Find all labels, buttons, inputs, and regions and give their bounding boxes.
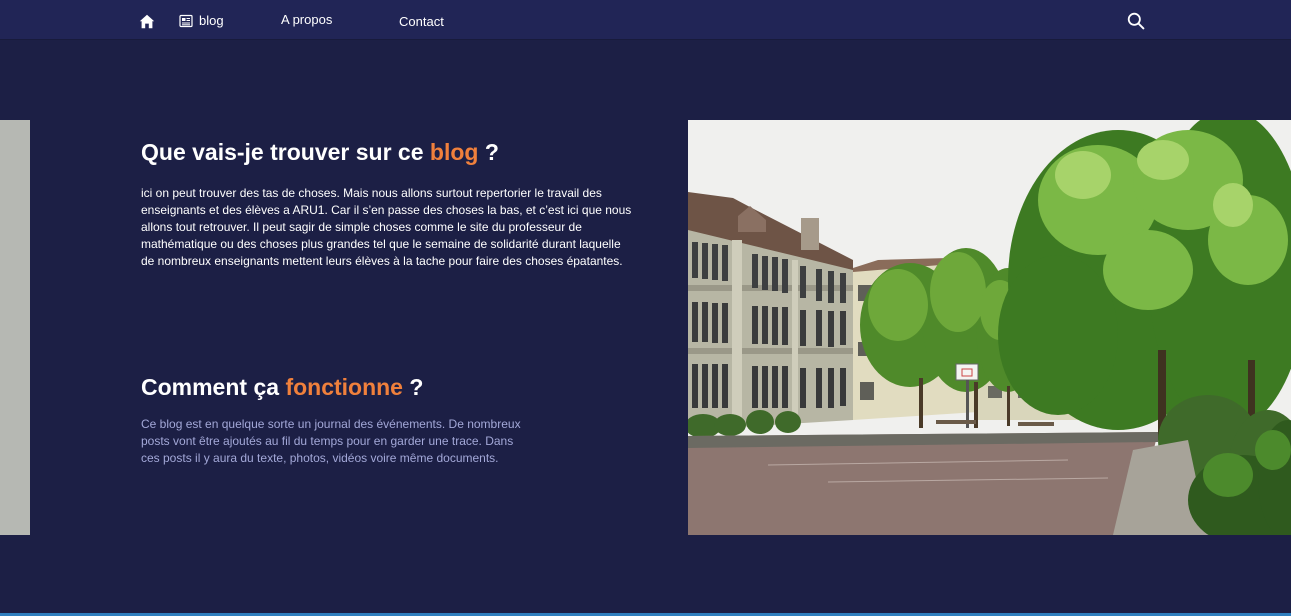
section1-title-accent: blog [429,139,479,165]
section2-title: Comment ça fonctionne ? [141,373,423,401]
section1-body: ici on peut trouver des tas de choses. M… [141,186,632,268]
home-icon [139,14,155,28]
nav-about-link[interactable]: A propos [281,12,332,28]
home-link[interactable] [138,12,156,30]
section2-title-accent: fonctionne [285,374,403,400]
nav-blog-label: blog [199,13,224,28]
search-button[interactable] [1126,11,1146,31]
section1-title: Que vais-je trouver sur ce blog ? [141,138,499,166]
top-navbar: blog A propos Contact [0,0,1291,40]
section2-title-prefix: Comment ça [141,374,286,400]
newspaper-icon [179,14,193,28]
search-icon [1127,12,1145,30]
section2-title-suffix: ? [402,374,424,400]
section1-title-suffix: ? [478,139,499,165]
nav-contact-link[interactable]: Contact [399,14,444,30]
section1-title-prefix: Que vais-je trouver sur ce [141,139,430,165]
left-side-panel [0,120,30,535]
school-courtyard-photo [688,120,1291,535]
nav-blog-link[interactable]: blog [179,12,224,30]
section2-body: Ce blog est en quelque sorte un journal … [141,417,521,465]
